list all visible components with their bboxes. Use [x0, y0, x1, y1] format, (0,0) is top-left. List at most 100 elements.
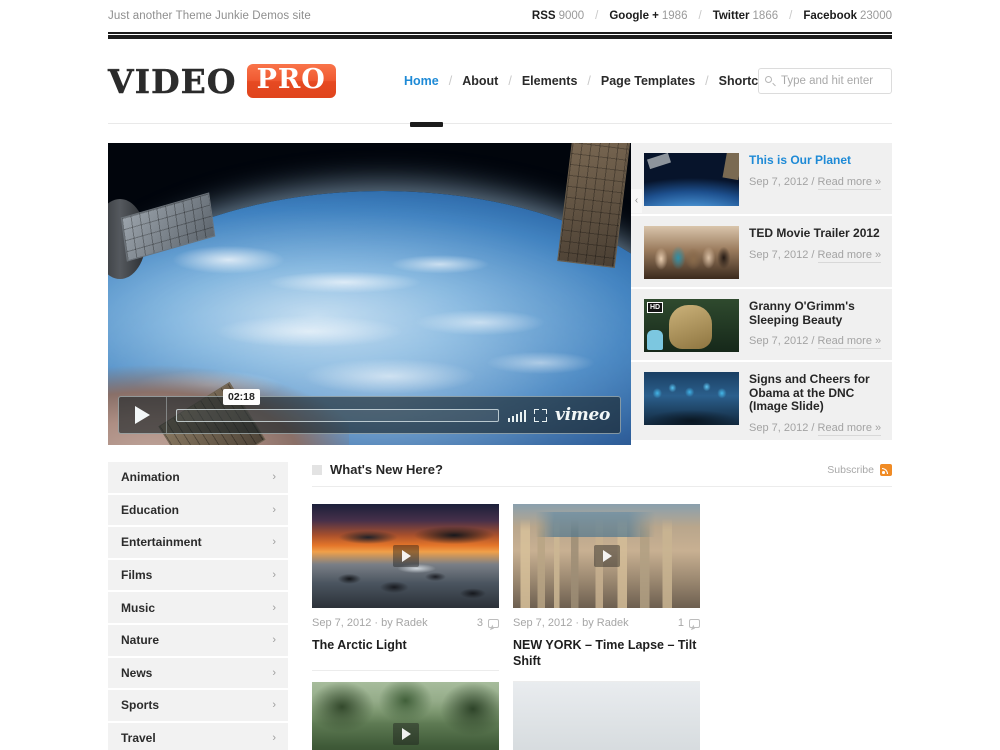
sidebar-item-animation[interactable]: Animation ›: [108, 462, 288, 495]
sidebar-item-entertainment[interactable]: Entertainment ›: [108, 527, 288, 560]
vimeo-logo[interactable]: vimeo: [555, 405, 610, 425]
page-title: What's New Here?: [330, 462, 443, 477]
volume-icon[interactable]: [508, 409, 527, 422]
social-stat-facebook[interactable]: Facebook 23000: [803, 10, 892, 22]
topbar-wrap: Just another Theme Junkie Demos site RSS…: [108, 0, 892, 32]
nav-item-page-templates[interactable]: Page Templates: [601, 74, 695, 88]
nav-item-elements[interactable]: Elements: [522, 74, 578, 88]
featured-read-more-link[interactable]: Read more »: [817, 421, 882, 436]
header-divider: [108, 123, 892, 124]
social-label: Facebook: [803, 10, 858, 22]
subscribe-group[interactable]: Subscribe: [827, 463, 892, 476]
search-input[interactable]: [781, 75, 885, 87]
category-label: Education: [121, 502, 180, 517]
search-icon: [765, 75, 776, 87]
category-label: News: [121, 665, 153, 680]
social-separator: /: [789, 10, 793, 22]
social-separator: /: [698, 10, 702, 22]
featured-read-more-link[interactable]: Read more »: [817, 335, 882, 349]
post-card[interactable]: Sep 7, 2012 · by Radek 3 The Arctic Ligh…: [312, 504, 499, 682]
post-thumbnail[interactable]: [513, 504, 700, 608]
featured-thumbnail: [644, 372, 739, 425]
chevron-right-icon: ›: [272, 471, 276, 484]
social-stat-rss[interactable]: RSS 9000: [532, 10, 584, 22]
nav-item-about[interactable]: About: [462, 74, 498, 88]
post-title[interactable]: The Arctic Light: [312, 637, 499, 671]
featured-item[interactable]: TED Movie Trailer 2012 Sep 7, 2012 / Rea…: [631, 216, 892, 289]
featured-item-meta: Sep 7, 2012 / Read more »: [749, 335, 882, 349]
featured-item-meta: Sep 7, 2012 / Read more »: [749, 421, 882, 436]
search-box[interactable]: [758, 68, 892, 94]
featured-item-title[interactable]: This is Our Planet: [749, 153, 882, 168]
comment-count-value: 1: [677, 617, 684, 629]
sidebar-item-sports[interactable]: Sports ›: [108, 690, 288, 723]
category-label: Nature: [121, 633, 160, 648]
post-thumbnail[interactable]: [312, 682, 499, 750]
post-thumbnail[interactable]: [513, 682, 700, 750]
site-tagline: Just another Theme Junkie Demos site: [108, 10, 311, 22]
social-label: Google +: [609, 10, 659, 22]
comment-bubble-icon: [488, 618, 499, 628]
header-wrap: VIDEO PRO Home / About / Elements / Page…: [108, 39, 892, 123]
featured-item[interactable]: This is Our Planet Sep 7, 2012 / Read mo…: [631, 143, 892, 216]
sidebar-item-education[interactable]: Education ›: [108, 494, 288, 528]
play-icon[interactable]: [593, 545, 620, 567]
slider-prev-button[interactable]: ‹: [631, 189, 642, 213]
sidebar-item-music[interactable]: Music ›: [108, 592, 288, 625]
featured-item-title[interactable]: TED Movie Trailer 2012: [749, 226, 882, 241]
sidebar-item-news[interactable]: News ›: [108, 657, 288, 691]
post-comment-count[interactable]: 1: [678, 617, 700, 629]
play-icon[interactable]: [392, 545, 419, 567]
post-card[interactable]: [513, 682, 700, 750]
featured-playlist: ‹ This is Our Planet Sep 7, 2012 / Read …: [631, 143, 892, 445]
featured-read-more-link[interactable]: Read more »: [817, 248, 882, 263]
chevron-right-icon: ›: [272, 666, 276, 679]
subscribe-label: Subscribe: [827, 463, 874, 476]
category-label: Entertainment: [121, 535, 202, 550]
featured-thumbnail: [644, 226, 739, 279]
category-label: Music: [121, 600, 156, 615]
video-player[interactable]: 02:18 vimeo: [108, 143, 631, 445]
chevron-right-icon: ›: [272, 503, 276, 516]
featured-meta-separator: /: [811, 335, 815, 347]
nav-separator: /: [587, 74, 591, 88]
post-date: Sep 7, 2012: [513, 617, 573, 629]
featured-read-more-link[interactable]: Read more »: [817, 175, 882, 190]
featured-item-body: TED Movie Trailer 2012 Sep 7, 2012 / Rea…: [749, 226, 882, 263]
sidebar-item-nature[interactable]: Nature ›: [108, 624, 288, 658]
social-count: 9000: [558, 10, 585, 22]
post-card[interactable]: Sep 7, 2012 · by Radek 1 NEW YORK – Time…: [513, 504, 700, 682]
category-label: Animation: [121, 470, 180, 485]
rss-icon[interactable]: [880, 463, 892, 476]
header-separator-wrap: [0, 122, 1000, 134]
social-label: Twitter: [712, 10, 750, 22]
progress-bar[interactable]: [176, 408, 500, 422]
nav-item-home[interactable]: Home: [404, 74, 439, 88]
post-title[interactable]: NEW YORK – Time Lapse – Tilt Shift: [513, 637, 700, 682]
sidebar-item-films[interactable]: Films ›: [108, 559, 288, 593]
site-logo[interactable]: VIDEO PRO: [108, 61, 336, 101]
social-stat-google[interactable]: Google +1986: [609, 10, 687, 22]
topbar-divider: [108, 32, 892, 39]
hd-badge-graphic: [647, 330, 663, 350]
featured-item-title[interactable]: Signs and Cheers for Obama at the DNC (I…: [749, 372, 882, 414]
featured-wrap: 02:18 vimeo ‹ This is Our Planet Sep 7, …: [108, 143, 892, 445]
nav-separator: /: [705, 74, 709, 88]
post-thumbnail[interactable]: [312, 504, 499, 608]
social-stat-twitter[interactable]: Twitter 1866: [713, 10, 778, 22]
topbar: Just another Theme Junkie Demos site RSS…: [108, 0, 892, 32]
post-card[interactable]: Sep 7, 2012 · by Radek 0 Ghost Recon Fut…: [312, 682, 499, 750]
featured-item[interactable]: Granny O'Grimm's Sleeping Beauty Sep 7, …: [631, 289, 892, 362]
featured-item[interactable]: Signs and Cheers for Obama at the DNC (I…: [631, 362, 892, 440]
social-count: 23000: [860, 10, 892, 22]
play-button[interactable]: [119, 397, 167, 433]
fullscreen-icon[interactable]: [534, 408, 548, 422]
featured-item-title[interactable]: Granny O'Grimm's Sleeping Beauty: [749, 299, 882, 327]
featured-meta-separator: /: [811, 248, 815, 261]
play-icon[interactable]: [392, 723, 419, 745]
post-comment-count[interactable]: 3: [477, 617, 499, 629]
sidebar-item-travel[interactable]: Travel ›: [108, 722, 288, 750]
main-content: What's New Here? Subscribe Sep 7, 2012 ·…: [312, 462, 892, 750]
logo-badge-pro: PRO: [246, 63, 336, 99]
post-date: Sep 7, 2012: [312, 617, 372, 629]
